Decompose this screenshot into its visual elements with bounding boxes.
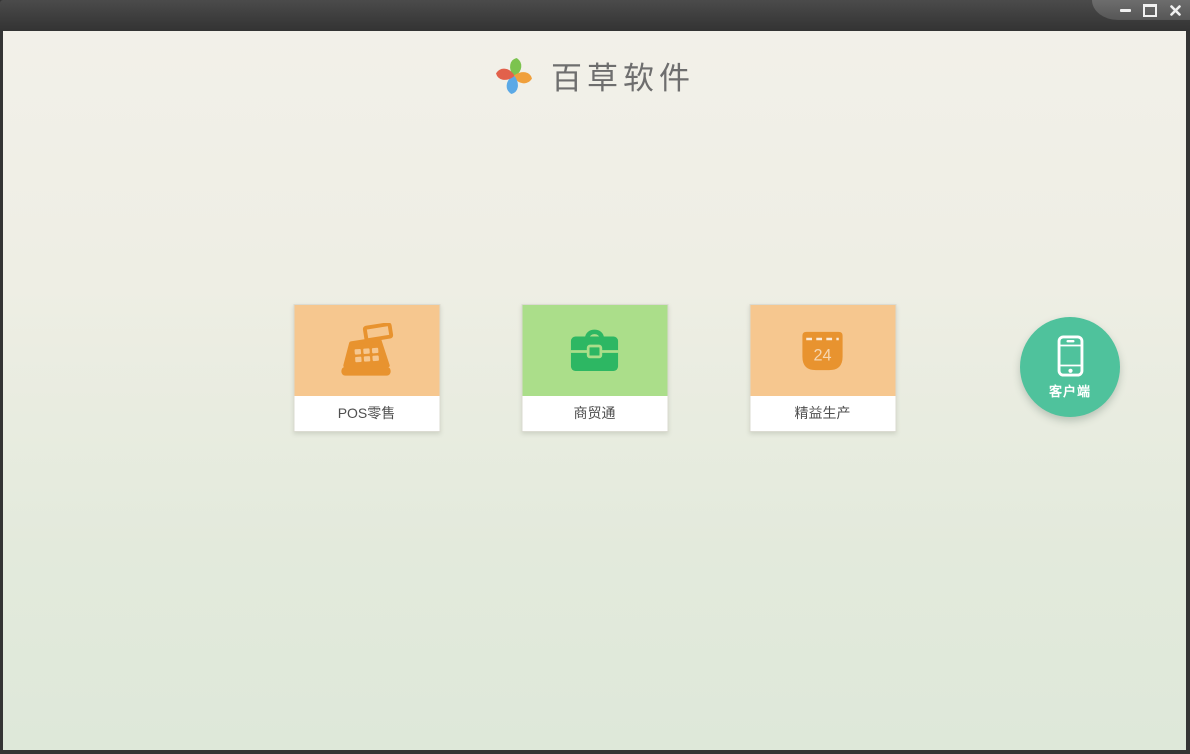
product-label-lean: 精益生产 [750,396,895,431]
product-label-pos: POS零售 [294,396,439,431]
maximize-icon [1143,3,1157,17]
briefcase-icon [570,329,619,371]
pinwheel-logo-icon [496,57,532,94]
calendar-day-text: 24 [813,346,831,364]
product-card-pos[interactable]: POS零售 [293,304,440,432]
product-cards: POS零售 商贸通 24 精益生产 [293,304,896,432]
product-tile-trade [522,305,667,396]
client-button-label: 客户端 [1048,383,1091,399]
minimize-button[interactable] [1117,2,1133,18]
minimize-icon [1119,8,1131,12]
titlebar[interactable] [0,0,1190,31]
product-card-trade[interactable]: 商贸通 [521,304,668,432]
app-title: 百草软件 [551,61,695,96]
product-tile-pos [294,305,439,396]
brand: 百草软件 [3,53,1186,98]
calendar-icon: 24 [802,331,843,370]
close-icon [1169,4,1181,16]
smartphone-icon [1057,334,1083,377]
close-button[interactable] [1167,2,1183,18]
client-button[interactable]: 客户端 [1020,317,1120,417]
maximize-button[interactable] [1142,2,1158,18]
cash-register-icon [341,322,394,376]
window-controls [1092,0,1190,20]
product-tile-lean: 24 [750,305,895,396]
product-card-lean[interactable]: 24 精益生产 [749,304,896,432]
product-label-trade: 商贸通 [522,396,667,431]
main-content: 百草软件 POS零售 商贸通 24 精益生产 客户端 [3,31,1186,750]
